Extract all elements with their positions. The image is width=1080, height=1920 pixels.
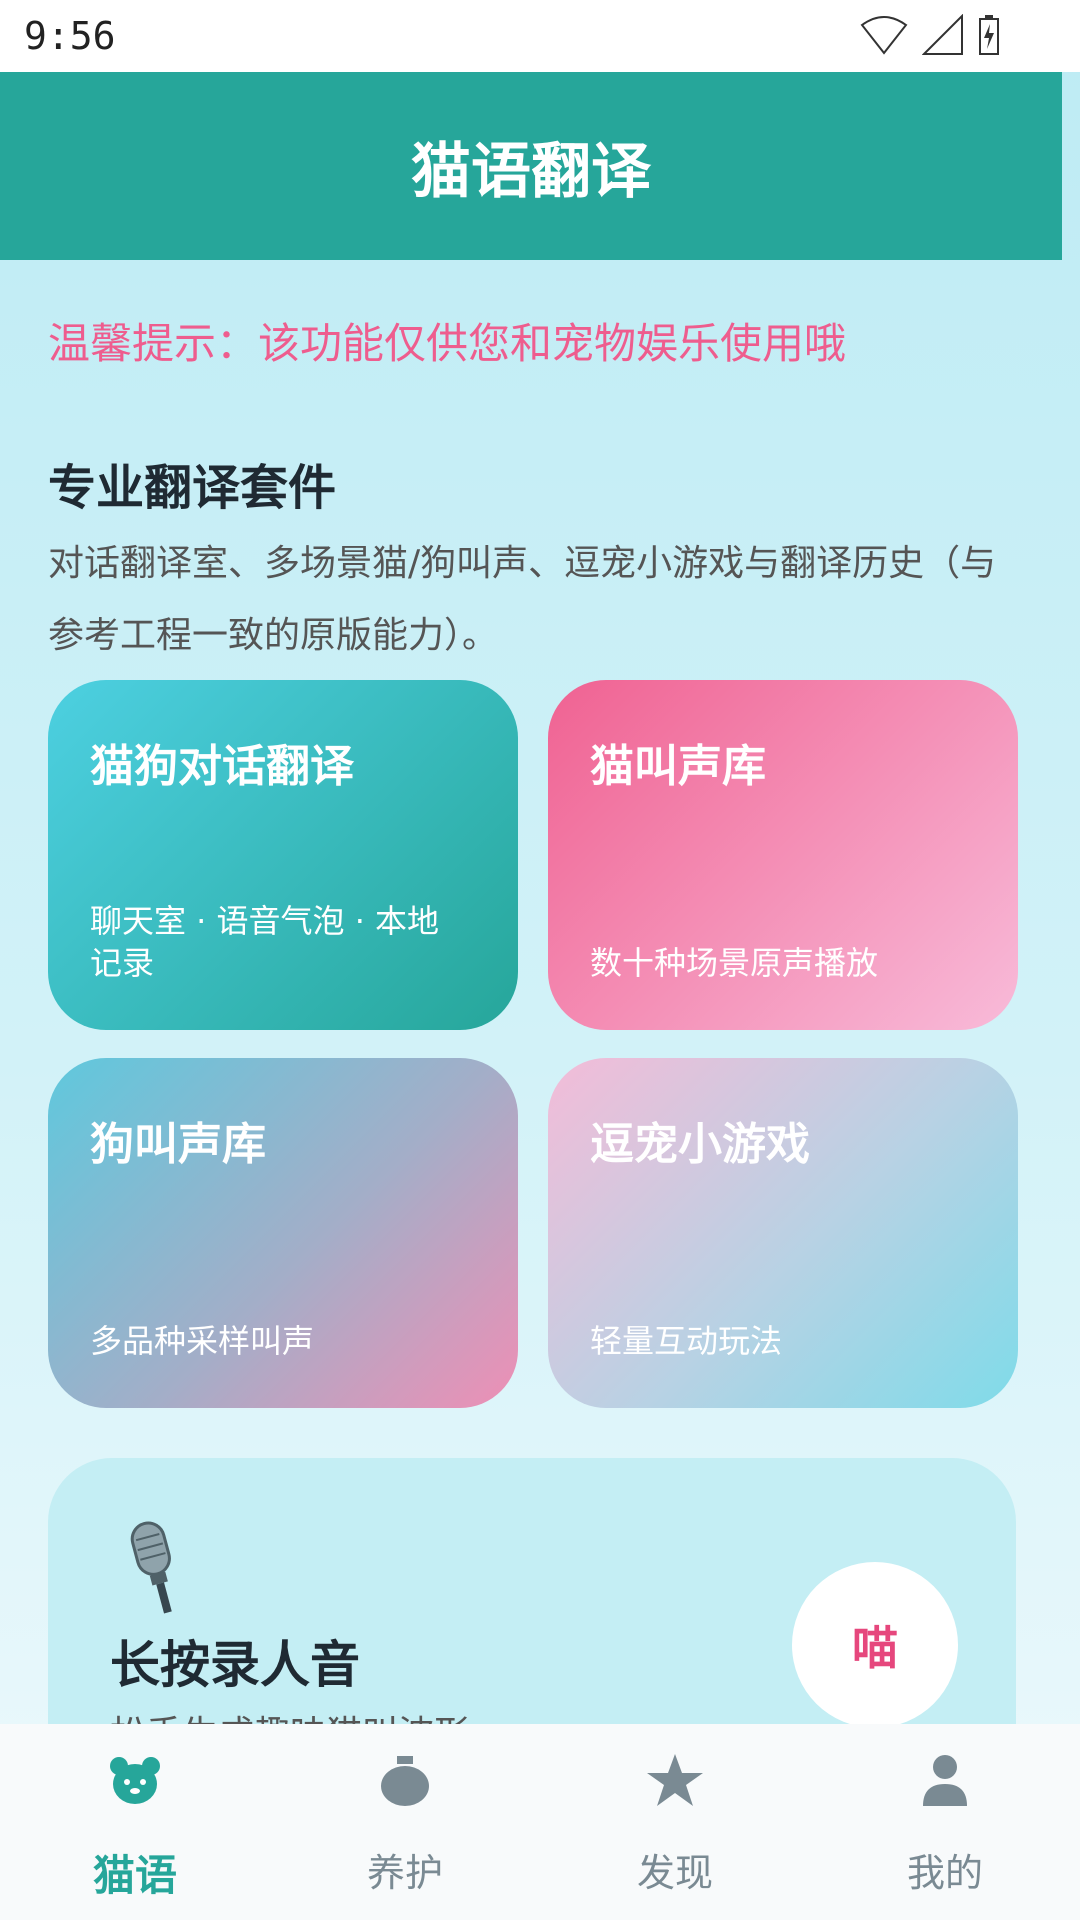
nav-label: 养护: [366, 1851, 443, 1895]
card-dog-sounds[interactable]: 狗叫声库 多品种采样叫声: [48, 1058, 518, 1408]
record-title: 长按录人音: [110, 1636, 360, 1694]
nav-label: 发现: [636, 1851, 713, 1895]
status-bar: 9:56: [0, 0, 1080, 72]
card-title: 逗宠小游戏: [590, 1119, 810, 1170]
card-subtitle: 聊天室 · 语音气泡 · 本地记录: [90, 902, 440, 982]
nav-label: 我的: [906, 1851, 983, 1895]
nav-item-cat-language[interactable]: 猫语: [0, 1724, 270, 1920]
status-icons: [860, 12, 1000, 58]
nav-item-discover[interactable]: 发现: [540, 1724, 810, 1920]
card-title: 猫狗对话翻译: [90, 741, 354, 792]
bottom-nav: 猫语 养护 发现 我的: [0, 1724, 1080, 1920]
signal-icon: [922, 14, 963, 55]
card-pet-games[interactable]: 逗宠小游戏 轻量互动玩法: [548, 1058, 1018, 1408]
page-title: 猫语翻译: [411, 136, 651, 207]
person-icon: [923, 1755, 967, 1806]
section-title: 专业翻译套件: [48, 460, 337, 516]
battery-charging-icon: [979, 15, 999, 55]
meow-button[interactable]: 喵: [792, 1562, 958, 1728]
nav-item-mine[interactable]: 我的: [810, 1724, 1080, 1920]
card-subtitle: 多品种采样叫声: [90, 1322, 315, 1360]
status-time: 9:56: [24, 14, 116, 58]
card-title: 狗叫声库: [90, 1119, 266, 1170]
section-description: 对话翻译室、多场景猫/狗叫声、逗宠小游戏与翻译历史（与参考工程一致的原版能力）。: [48, 543, 997, 656]
cat-face-icon: [110, 1757, 160, 1804]
star-icon: [647, 1754, 703, 1806]
nav-label: 猫语: [92, 1851, 177, 1900]
microphone-icon: [130, 1521, 172, 1614]
card-subtitle: 轻量互动玩法: [590, 1322, 783, 1360]
warm-tip: 温馨提示：该功能仅供您和宠物娱乐使用哦: [48, 319, 847, 368]
card-dialog-translate[interactable]: 猫狗对话翻译 聊天室 · 语音气泡 · 本地记录: [48, 680, 518, 1030]
food-bag-icon: [381, 1756, 429, 1806]
wifi-icon: [860, 16, 908, 55]
card-title: 猫叫声库: [590, 741, 766, 792]
nav-item-care[interactable]: 养护: [270, 1724, 540, 1920]
card-cat-sounds[interactable]: 猫叫声库 数十种场景原声播放: [548, 680, 1018, 1030]
card-subtitle: 数十种场景原声播放: [590, 944, 879, 982]
